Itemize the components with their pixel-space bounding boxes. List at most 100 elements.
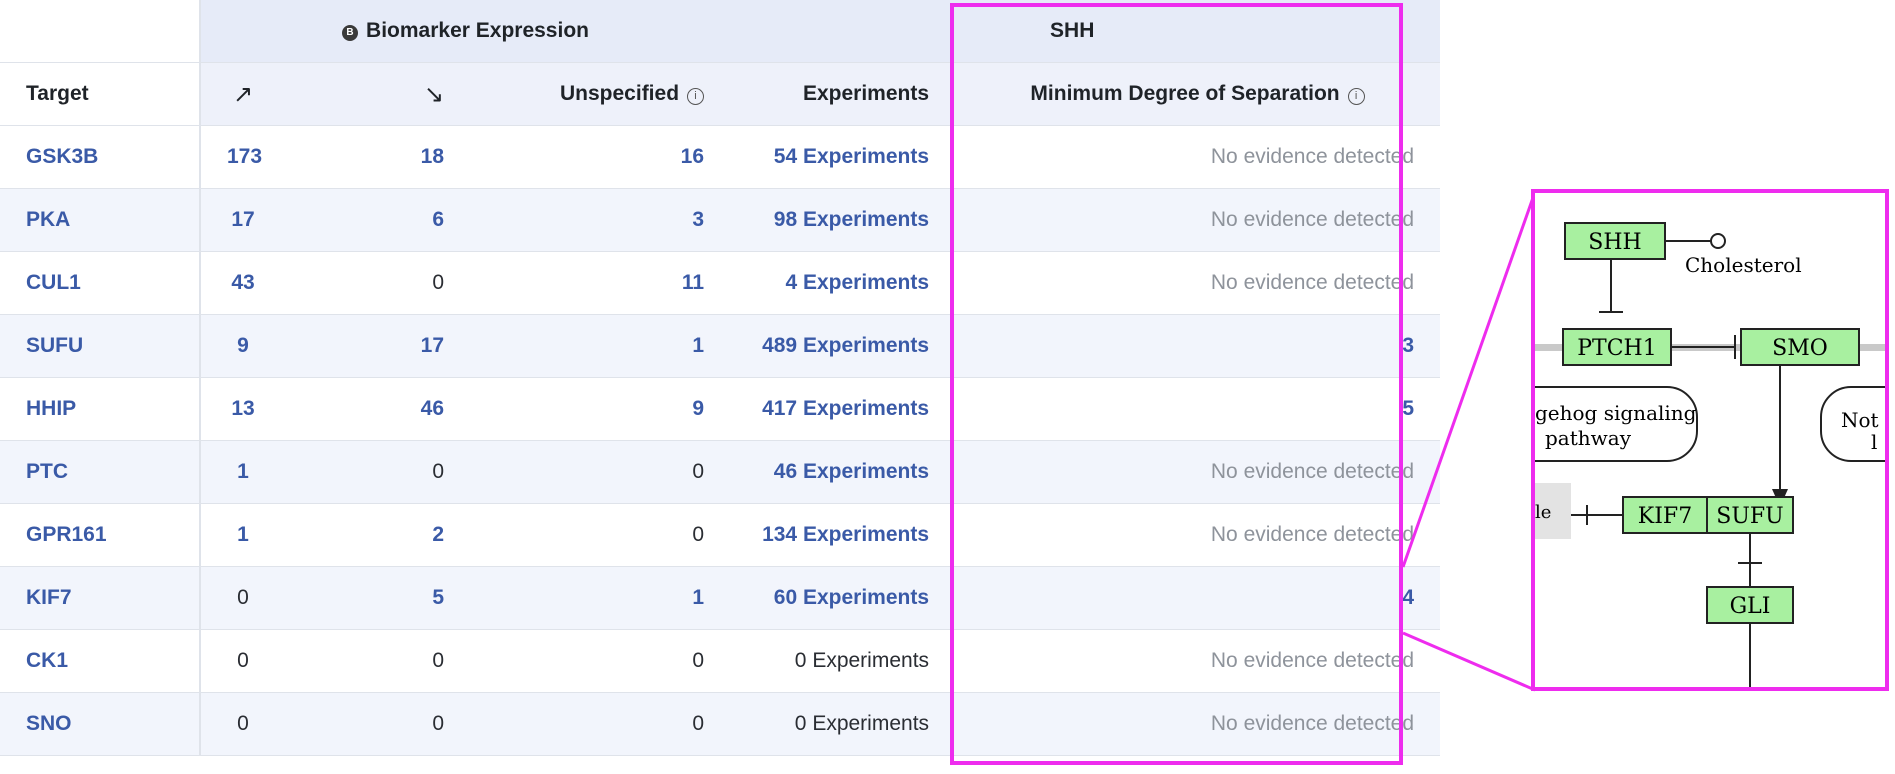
upregulated-count-cell: 1 <box>200 440 285 504</box>
results-table-container: B Biomarker Expression SHH Target ↗ ↘ Uns… <box>0 0 1441 774</box>
min-separation-value[interactable]: 5 <box>1402 397 1414 420</box>
arrow-down-right-icon: ↘ <box>423 80 444 108</box>
experiments-link[interactable]: 417 Experiments <box>762 397 929 420</box>
min-separation-value[interactable]: 3 <box>1402 334 1414 357</box>
notch-pathway-label-line2: l <box>1871 430 1877 454</box>
upregulated-count[interactable]: 17 <box>231 208 254 231</box>
target-link-cell: GSK3B <box>0 125 201 189</box>
table-row[interactable]: CUL1 43 0 11 4 Experiments No evidence detect… <box>0 251 1441 315</box>
column-header-downregulated[interactable]: ↘ <box>285 62 470 126</box>
min-separation-value: No evidence detected <box>1210 523 1415 546</box>
experiments-count: 46 <box>773 460 798 483</box>
biomarker-expression-group-header: B Biomarker Expression <box>200 0 731 63</box>
table-row[interactable]: GSK3B 173 18 16 54 Experiments No evidence de… <box>0 125 1441 189</box>
downregulated-count-cell: 2 <box>285 503 470 567</box>
downregulated-count[interactable]: 17 <box>421 334 444 357</box>
table-row[interactable]: KIF7 0 5 1 60 Experiments 4 <box>0 566 1441 630</box>
target-link[interactable]: SUFU <box>26 334 83 357</box>
unspecified-count: 0 <box>692 460 705 483</box>
downregulated-count-cell: 0 <box>285 440 470 504</box>
downregulated-count-cell: 46 <box>285 377 470 441</box>
experiments-link[interactable]: 54 Experiments <box>774 145 929 168</box>
target-link[interactable]: GPR161 <box>26 523 107 546</box>
column-header-target[interactable]: Target <box>0 62 201 126</box>
min-separation-value-cell: No evidence detected <box>955 440 1441 504</box>
target-link[interactable]: PTC <box>26 460 68 483</box>
table-row[interactable]: SUFU 9 17 1 489 Experiments 3 <box>0 314 1441 378</box>
upregulated-count[interactable]: 1 <box>237 523 249 546</box>
upregulated-count[interactable]: 1 <box>237 460 249 483</box>
target-link-cell: CK1 <box>0 629 201 693</box>
experiments-link-cell: 46 Experiments <box>730 440 956 504</box>
experiments-label: Experiments <box>802 460 930 483</box>
min-separation-label: Minimum Degree of Separation <box>1030 82 1340 105</box>
experiments-link-cell: 98 Experiments <box>730 188 956 252</box>
cholesterol-node <box>1710 233 1726 249</box>
experiments-label: Experiments <box>802 271 930 294</box>
downregulated-count-cell: 17 <box>285 314 470 378</box>
upregulated-count[interactable]: 43 <box>231 271 254 294</box>
experiments-link[interactable]: 46 Experiments <box>774 460 929 483</box>
table-row[interactable]: PTC 1 0 0 46 Experiments No evidence detected <box>0 440 1441 504</box>
unspecified-count: 0 <box>692 712 705 735</box>
target-link-cell: GPR161 <box>0 503 201 567</box>
min-separation-value[interactable]: 4 <box>1402 586 1414 609</box>
upregulated-count[interactable]: 13 <box>231 397 254 420</box>
downregulated-count: 0 <box>432 271 444 294</box>
target-link[interactable]: GSK3B <box>26 145 98 168</box>
experiments-count: 60 <box>773 586 798 609</box>
min-separation-value-cell: No evidence detected <box>955 188 1441 252</box>
downregulated-count[interactable]: 5 <box>432 586 444 609</box>
table-row[interactable]: CK1 0 0 0 0 Experiments No evidence detected <box>0 629 1441 693</box>
experiments-count: 417 <box>762 397 798 420</box>
experiments-link-cell: 60 Experiments <box>730 566 956 630</box>
biomarker-table: B Biomarker Expression SHH Target ↗ ↘ Uns… <box>0 0 1441 756</box>
experiments-link[interactable]: 60 Experiments <box>774 586 929 609</box>
experiments-link[interactable]: 134 Experiments <box>762 523 929 546</box>
unspecified-count[interactable]: 9 <box>692 397 704 420</box>
target-link[interactable]: CUL1 <box>26 271 81 294</box>
target-link[interactable]: SNO <box>26 712 72 735</box>
downregulated-count[interactable]: 2 <box>432 523 444 546</box>
table-row[interactable]: HHIP 13 46 9 417 Experiments 5 <box>0 377 1441 441</box>
target-link[interactable]: HHIP <box>26 397 76 420</box>
unspecified-count[interactable]: 1 <box>692 586 704 609</box>
experiments-link[interactable]: 98 Experiments <box>774 208 929 231</box>
target-link[interactable]: CK1 <box>26 649 68 672</box>
upregulated-count[interactable]: 173 <box>227 145 262 168</box>
column-header-experiments[interactable]: Experiments <box>730 62 956 126</box>
downregulated-count-cell: 18 <box>285 125 470 189</box>
table-row[interactable]: PKA 17 6 3 98 Experiments No evidence detecte… <box>0 188 1441 252</box>
experiments-link-cell: 417 Experiments <box>730 377 956 441</box>
column-header-upregulated[interactable]: ↗ <box>200 62 285 126</box>
downregulated-count: 0 <box>432 649 444 672</box>
table-row[interactable]: SNO 0 0 0 0 Experiments No evidence detected <box>0 692 1441 756</box>
column-header-min-separation[interactable]: Minimum Degree of Separation i <box>955 62 1441 126</box>
target-link-cell: SUFU <box>0 314 201 378</box>
target-link[interactable]: KIF7 <box>26 586 72 609</box>
unspecified-count[interactable]: 16 <box>681 145 704 168</box>
target-link-cell: HHIP <box>0 377 201 441</box>
target-link[interactable]: PKA <box>26 208 70 231</box>
min-separation-value-cell: No evidence detected <box>955 692 1441 756</box>
unspecified-count[interactable]: 11 <box>682 271 704 294</box>
experiments-link-cell: 489 Experiments <box>730 314 956 378</box>
info-icon[interactable]: i <box>687 88 705 105</box>
unspecified-count-cell: 1 <box>470 566 731 630</box>
experiments-link[interactable]: 4 Experiments <box>785 271 929 294</box>
kif7-gene-label: KIF7 <box>1638 504 1692 529</box>
upregulated-count[interactable]: 9 <box>237 334 249 357</box>
table-row[interactable]: GPR161 1 2 0 134 Experiments No evidence dete… <box>0 503 1441 567</box>
info-icon[interactable]: i <box>1347 88 1365 105</box>
target-link-cell: CUL1 <box>0 251 201 315</box>
downregulated-count[interactable]: 18 <box>421 145 444 168</box>
experiments-link[interactable]: 489 Experiments <box>762 334 929 357</box>
column-header-unspecified[interactable]: Unspecified i <box>470 62 731 126</box>
unspecified-count[interactable]: 1 <box>692 334 704 357</box>
upregulated-count-cell: 43 <box>200 251 285 315</box>
downregulated-count[interactable]: 6 <box>432 208 444 231</box>
biomarker-expression-title: Biomarker Expression <box>366 19 589 42</box>
unspecified-label: Unspecified <box>560 82 680 105</box>
unspecified-count[interactable]: 3 <box>692 208 704 231</box>
downregulated-count[interactable]: 46 <box>421 397 444 420</box>
